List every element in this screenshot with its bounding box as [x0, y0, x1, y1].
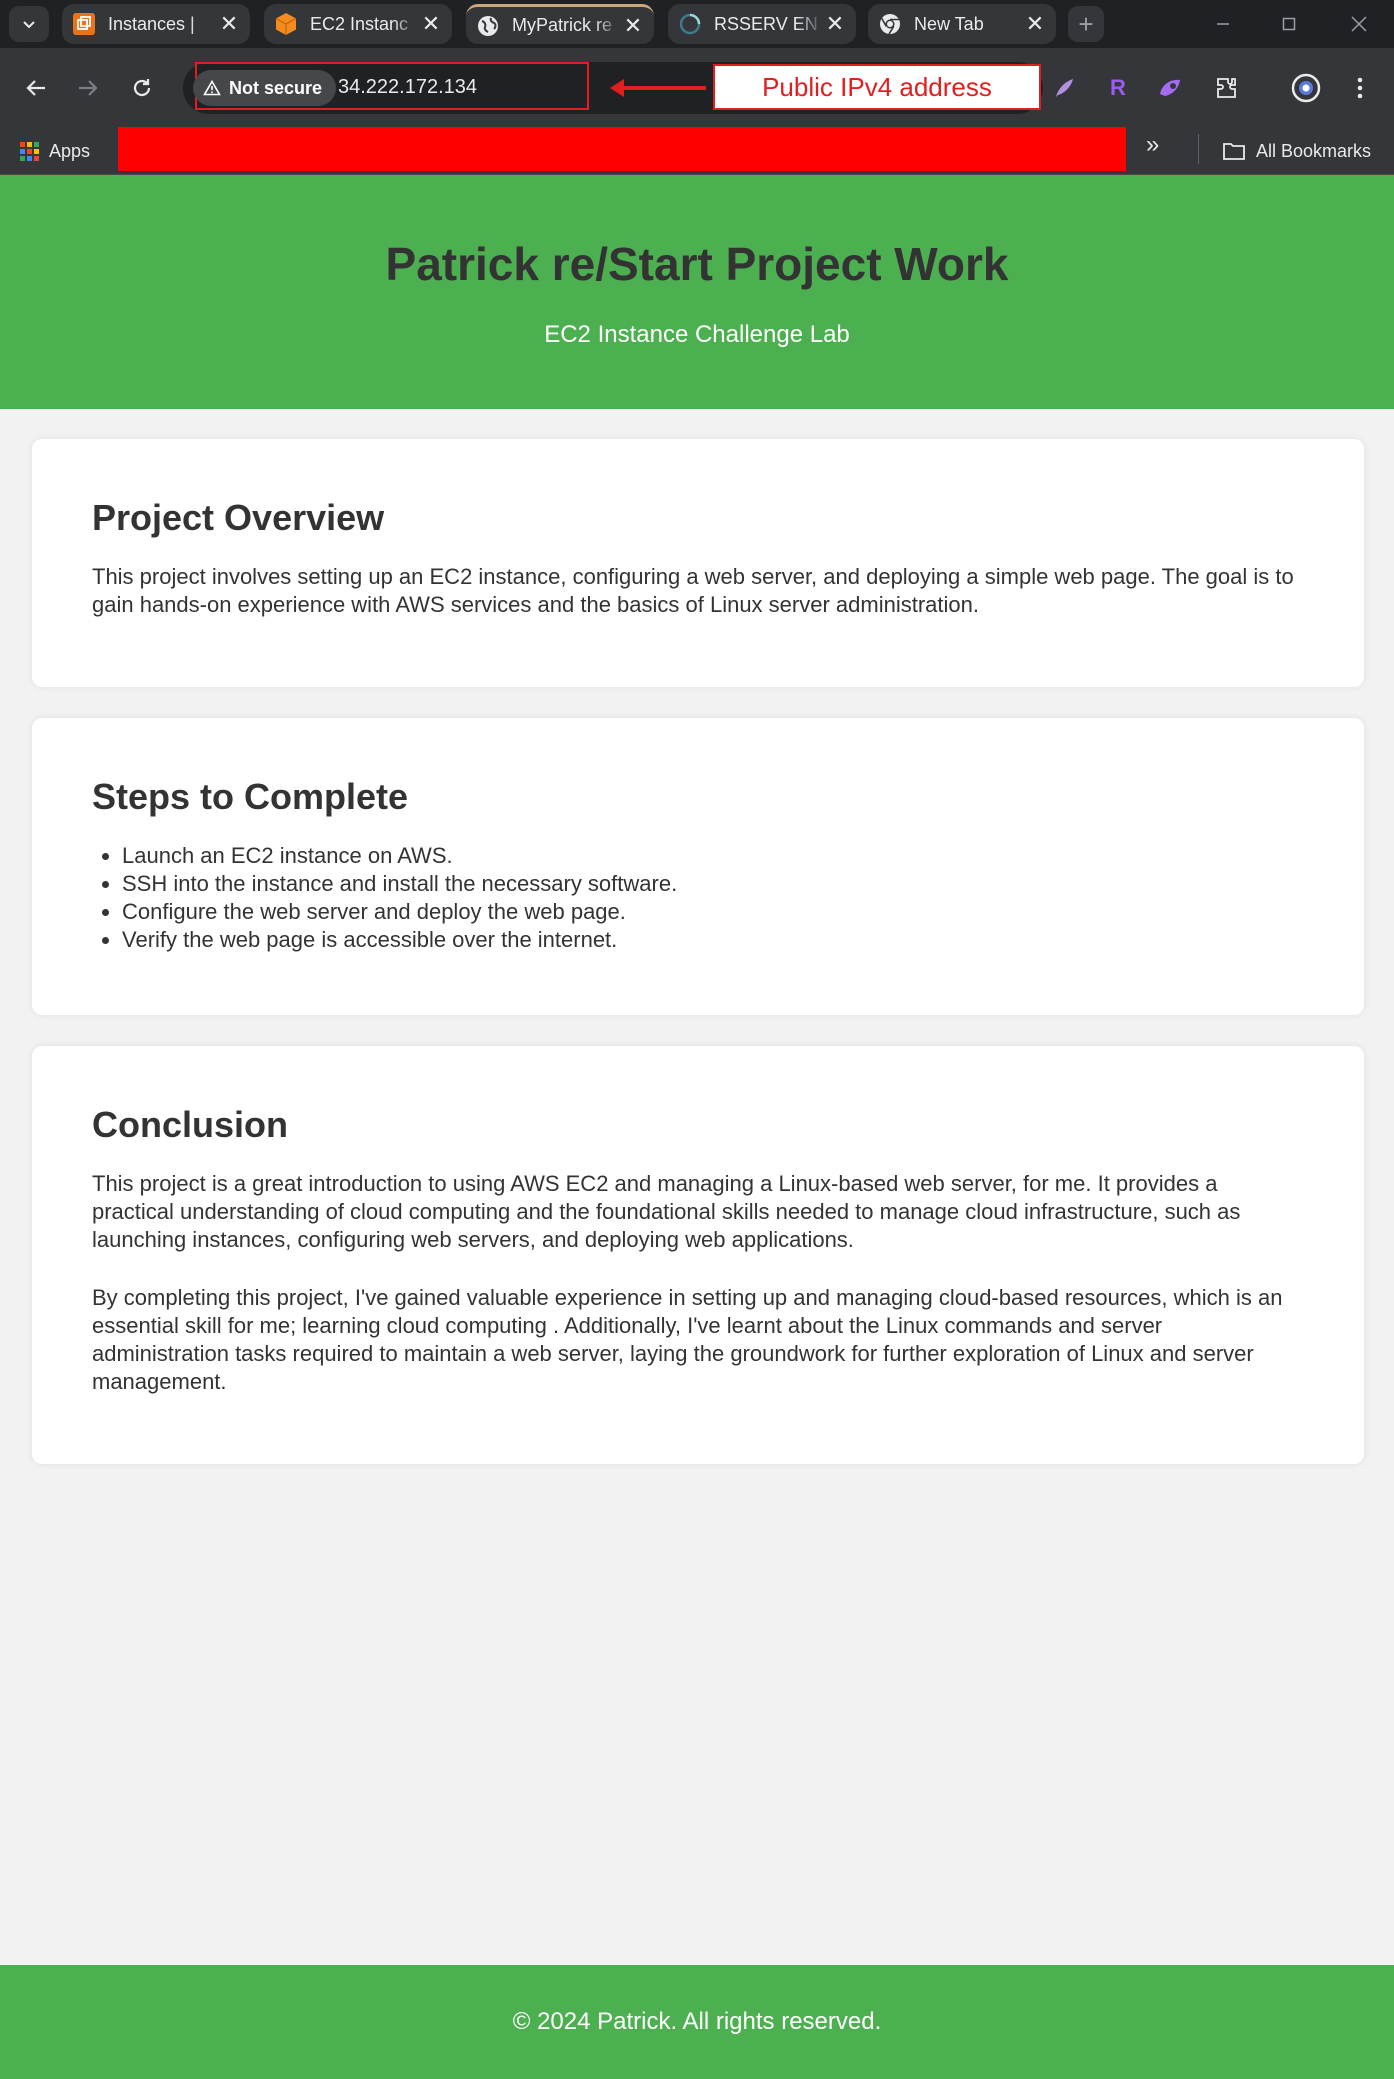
- tab-strip: Instances | ✕ EC2 Instanc ✕ MyPatrick re…: [0, 0, 1394, 48]
- list-item: Verify the web page is accessible over t…: [122, 926, 1304, 954]
- r-icon[interactable]: R: [1100, 70, 1136, 106]
- tab-title: New Tab: [914, 13, 984, 34]
- tab-mypatrick-active[interactable]: MyPatrick re ✕: [466, 4, 654, 44]
- apps-bookmark[interactable]: Apps: [20, 131, 90, 171]
- all-bookmarks-button[interactable]: All Bookmarks: [1222, 131, 1371, 171]
- close-tab-icon[interactable]: ✕: [420, 11, 442, 37]
- conclusion-paragraph: This project is a great introduction to …: [92, 1171, 1241, 1252]
- minimize-icon[interactable]: [1198, 6, 1248, 42]
- annotation-arrow: [610, 79, 706, 97]
- conclusion-paragraph: By completing this project, I've gained …: [92, 1285, 1283, 1394]
- close-tab-icon[interactable]: ✕: [824, 11, 846, 37]
- page-title: Patrick re/Start Project Work: [385, 238, 1009, 290]
- security-label: Not secure: [229, 77, 323, 98]
- tab-new-tab[interactable]: New Tab ✕: [868, 4, 1056, 44]
- globe-icon: [478, 15, 498, 36]
- tab-title: EC2 Instanc: [310, 13, 409, 34]
- conclusion-section: Conclusion This project is a great intro…: [32, 1046, 1364, 1464]
- steps-section: Steps to Complete Launch an EC2 instance…: [32, 718, 1364, 1015]
- overview-text: This project involves setting up an EC2 …: [92, 564, 1294, 617]
- close-window-icon[interactable]: [1334, 6, 1384, 42]
- chevron-down-icon: [23, 21, 35, 29]
- close-tab-icon[interactable]: ✕: [218, 11, 240, 37]
- folder-icon: [1223, 143, 1245, 160]
- copyright-text: © 2024 Patrick. All rights reserved.: [512, 2008, 882, 2035]
- tab-search-button[interactable]: [9, 6, 49, 42]
- overview-section: Project Overview This project involves s…: [32, 439, 1364, 687]
- overview-heading: Project Overview: [92, 497, 385, 538]
- feather-icon[interactable]: [1046, 70, 1082, 106]
- aws-ec2-cube-icon: [275, 13, 297, 35]
- extensions-icon[interactable]: [1208, 70, 1244, 106]
- menu-icon[interactable]: [1342, 70, 1378, 106]
- profile-icon[interactable]: [1288, 70, 1324, 106]
- reload-icon[interactable]: [122, 68, 162, 108]
- security-chip[interactable]: Not secure: [193, 70, 337, 106]
- puzzle-shape-icon[interactable]: [1152, 70, 1188, 106]
- all-bookmarks-label: All Bookmarks: [1256, 140, 1372, 161]
- maximize-icon[interactable]: [1264, 6, 1314, 42]
- tab-title: MyPatrick re: [512, 15, 613, 35]
- list-item: Launch an EC2 instance on AWS.: [122, 842, 1304, 870]
- tab-title: RSSERV EN: [714, 13, 818, 34]
- tab-title: Instances |: [108, 13, 195, 34]
- browser-chrome: Instances | ✕ EC2 Instanc ✕ MyPatrick re…: [0, 0, 1394, 175]
- bookmarks-divider: [1198, 134, 1199, 164]
- new-tab-button[interactable]: +: [1068, 6, 1104, 42]
- page-subtitle: EC2 Instance Challenge Lab: [544, 321, 850, 348]
- back-icon[interactable]: [16, 68, 56, 108]
- aws-instances-icon: [73, 13, 95, 35]
- steps-list: Launch an EC2 instance on AWS. SSH into …: [92, 842, 1304, 954]
- list-item: SSH into the instance and install the ne…: [122, 870, 1304, 898]
- apps-label: Apps: [49, 140, 91, 161]
- loading-spinner-icon: [679, 13, 701, 35]
- close-tab-icon[interactable]: ✕: [1024, 11, 1046, 37]
- page-header: Patrick re/Start Project Work EC2 Instan…: [0, 175, 1394, 409]
- close-tab-icon[interactable]: ✕: [622, 13, 644, 39]
- annotation-label: Public IPv4 address: [713, 64, 1041, 110]
- tab-ec2-instance[interactable]: EC2 Instanc ✕: [264, 4, 452, 44]
- chrome-icon: [880, 14, 900, 35]
- tab-rsserv[interactable]: RSSERV EN ✕: [668, 4, 856, 44]
- forward-icon[interactable]: [68, 68, 108, 108]
- steps-heading: Steps to Complete: [92, 776, 409, 817]
- conclusion-heading: Conclusion: [92, 1104, 288, 1145]
- list-item: Configure the web server and deploy the …: [122, 898, 1304, 926]
- apps-grid-icon: [20, 141, 39, 161]
- url-text[interactable]: 34.222.172.134: [338, 76, 477, 99]
- tab-instances[interactable]: Instances | ✕: [62, 4, 250, 44]
- warning-triangle-icon: [203, 80, 221, 96]
- more-bookmarks-button[interactable]: »: [1146, 131, 1159, 159]
- page-footer: © 2024 Patrick. All rights reserved.: [0, 1965, 1394, 2079]
- redacted-bookmarks: [118, 127, 1126, 171]
- web-page: Patrick re/Start Project Work EC2 Instan…: [0, 175, 1394, 2079]
